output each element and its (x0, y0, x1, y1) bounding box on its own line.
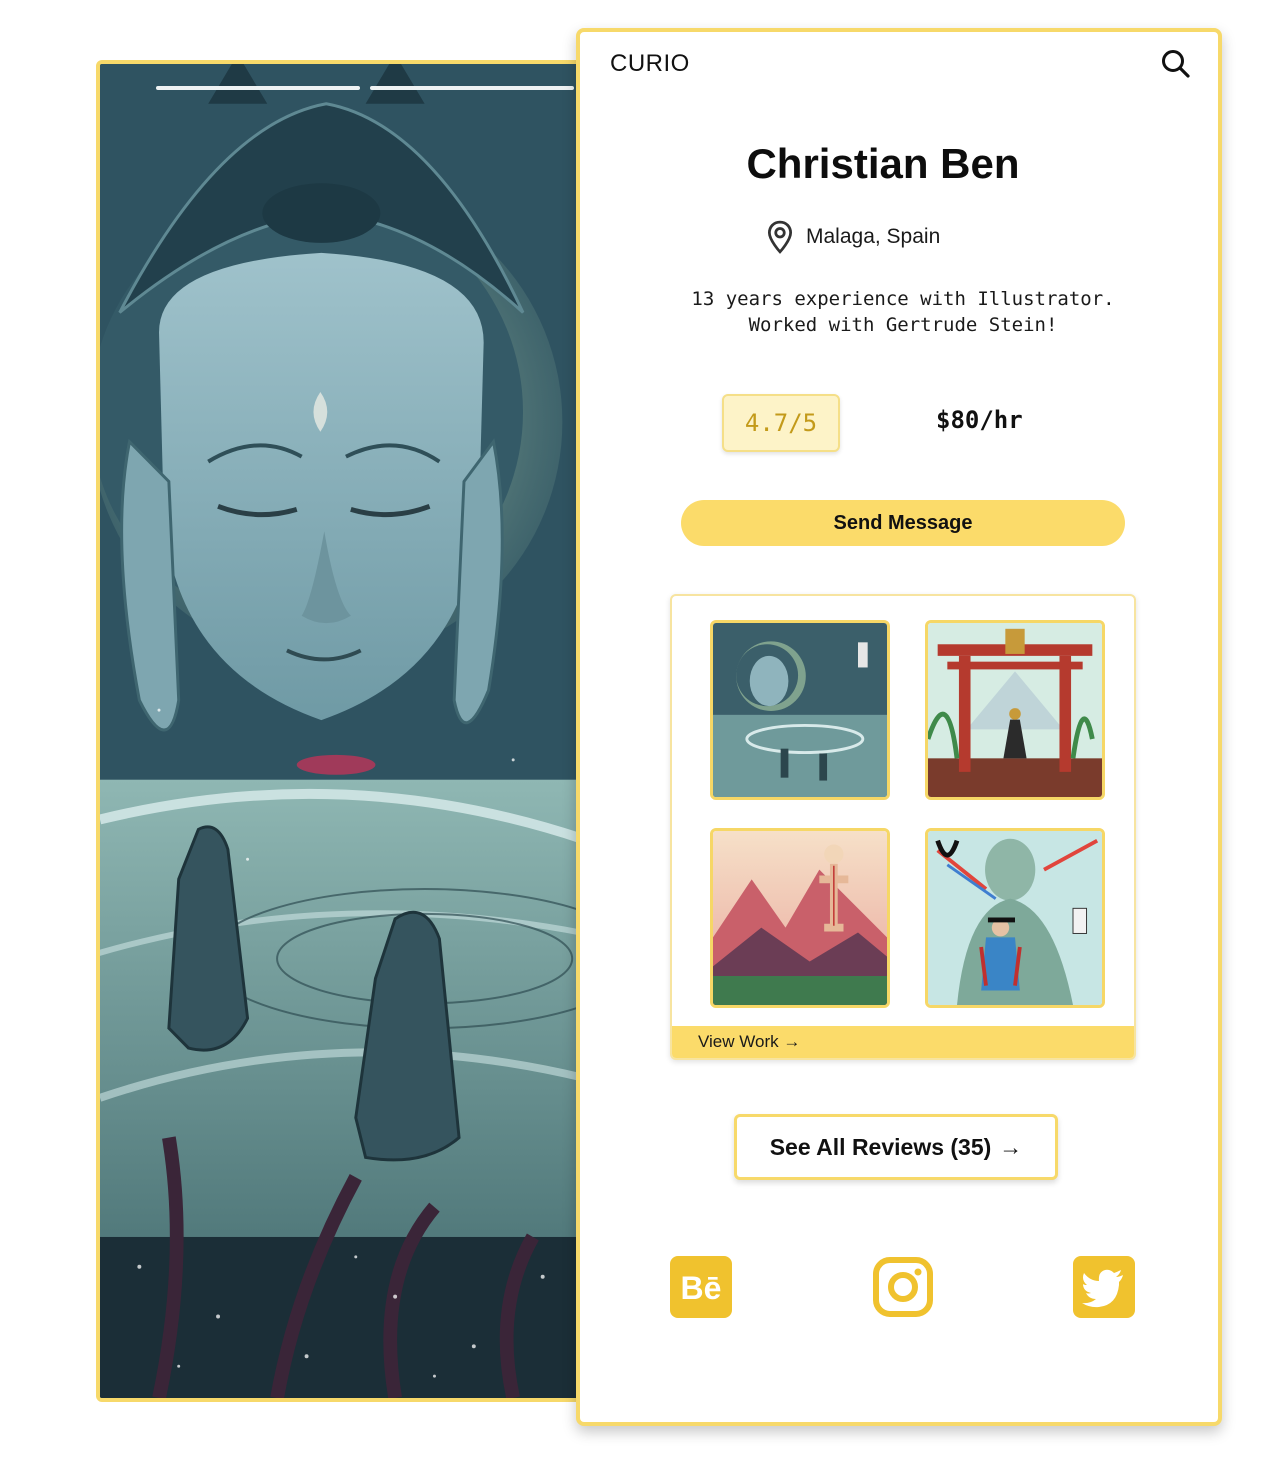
behance-link[interactable]: Bē (670, 1256, 732, 1318)
behance-icon: Bē (670, 1256, 732, 1318)
twitter-icon (1073, 1256, 1135, 1318)
svg-text:Bē: Bē (681, 1270, 722, 1306)
see-all-reviews-button[interactable]: See All Reviews (35) → (734, 1114, 1058, 1180)
featured-artwork-image (100, 64, 584, 1398)
bio-line-2: Worked with Gertrude Stein! (748, 314, 1058, 336)
artist-name: Christian Ben (746, 140, 1020, 187)
location-text: Malaga, Spain (806, 225, 941, 248)
artist-bio: 13 years experience with Illustrator. Wo… (620, 286, 1186, 338)
bio-line-1: 13 years experience with Illustrator. (691, 288, 1115, 310)
gallery-thumbnail-3[interactable] (710, 828, 890, 1008)
mountain-meditation-artwork (713, 831, 887, 1005)
buddha-temple-artwork (713, 623, 887, 797)
location-pin-icon (767, 220, 793, 254)
twitter-link[interactable] (1073, 1256, 1135, 1318)
gallery-thumbnail-2[interactable] (925, 620, 1105, 800)
instagram-link[interactable] (872, 1256, 934, 1318)
gallery-thumbnail-1[interactable] (710, 620, 890, 800)
torii-gate-artwork (928, 623, 1102, 797)
rating-badge: 4.7/5 (722, 394, 840, 452)
featured-artwork-card[interactable] (96, 60, 588, 1402)
hourly-rate: $80/hr (936, 406, 1023, 434)
work-gallery: View Work → (670, 594, 1136, 1060)
send-message-button[interactable]: Send Message (681, 500, 1125, 546)
see-all-reviews-label: See All Reviews (35) (769, 1133, 992, 1160)
story-progress-segment-2 (370, 86, 574, 90)
story-progress-segment-1 (156, 86, 360, 90)
brand-logo[interactable]: CURIO (610, 50, 690, 78)
search-button[interactable] (1160, 48, 1192, 80)
stone-buddha-traveler-artwork (928, 831, 1102, 1005)
view-work-link[interactable]: View Work → (672, 1026, 1134, 1058)
instagram-icon (873, 1257, 933, 1317)
search-icon (1162, 50, 1190, 78)
artist-profile-card: CURIO Christian Ben Malaga, Spain 13 yea… (576, 28, 1222, 1426)
arrow-right-icon: → (999, 1133, 1023, 1160)
gallery-thumbnail-4[interactable] (925, 828, 1105, 1008)
artist-location: Malaga, Spain (766, 220, 940, 254)
